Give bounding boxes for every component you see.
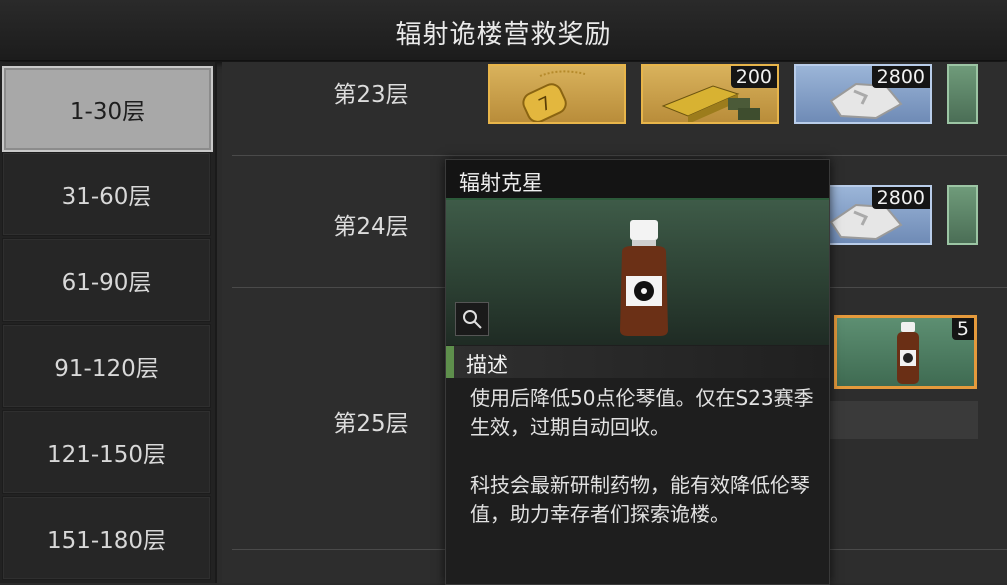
magnify-icon (463, 310, 482, 329)
dog-tag-icon: 7 (522, 70, 586, 122)
item-tooltip: 辐射克星 描述 使用后降低50点伦琴值。仅在S23赛季生效，过期自动回收。 科技… (445, 159, 830, 585)
sidebar-item-31-60[interactable]: 31-60层 (2, 152, 211, 236)
reward-slot[interactable]: 7 (488, 64, 626, 124)
tooltip-header: 辐射克星 (446, 160, 829, 200)
item-description: 使用后降低50点伦琴值。仅在S23赛季生效，过期自动回收。 科技会最新研制药物，… (470, 386, 814, 526)
radiation-medicine-bottle-icon (620, 220, 668, 336)
floor-label-25: 第25层 (333, 411, 409, 437)
sidebar-item-61-90[interactable]: 61-90层 (2, 238, 211, 322)
reward-quantity: 2800 (871, 187, 930, 209)
floor-label-24: 第24层 (333, 214, 409, 240)
row-divider (232, 155, 1007, 156)
sidebar-item-121-150[interactable]: 121-150层 (2, 410, 211, 494)
reward-slot-selected[interactable]: 5 (834, 315, 977, 389)
reward-quantity: 200 (730, 66, 777, 88)
reward-slot[interactable] (947, 185, 978, 245)
reward-slot[interactable]: 2800 (794, 64, 932, 124)
floor-label-23: 第23层 (333, 82, 409, 108)
item-name: 辐射克星 (459, 171, 543, 195)
section-label: 描述 (466, 353, 508, 377)
description-section-header: 描述 (446, 346, 829, 378)
sidebar-item-151-180[interactable]: 151-180层 (2, 496, 211, 580)
reward-quantity: 2800 (871, 66, 930, 88)
sidebar-item-91-120[interactable]: 91-120层 (2, 324, 211, 408)
reward-quantity: 5 (951, 318, 974, 340)
title-bar: 辐射诡楼营救奖励 (0, 0, 1007, 61)
item-image (446, 200, 829, 345)
window-title: 辐射诡楼营救奖励 (395, 20, 612, 50)
sidebar-item-1-30[interactable]: 1-30层 (2, 66, 213, 152)
magnify-button[interactable] (455, 302, 489, 336)
reward-slot[interactable]: 200 (641, 64, 779, 124)
floor-range-sidebar: 1-30层 31-60层 61-90层 91-120层 121-150层 151… (0, 62, 217, 583)
reward-slot[interactable] (947, 64, 978, 124)
